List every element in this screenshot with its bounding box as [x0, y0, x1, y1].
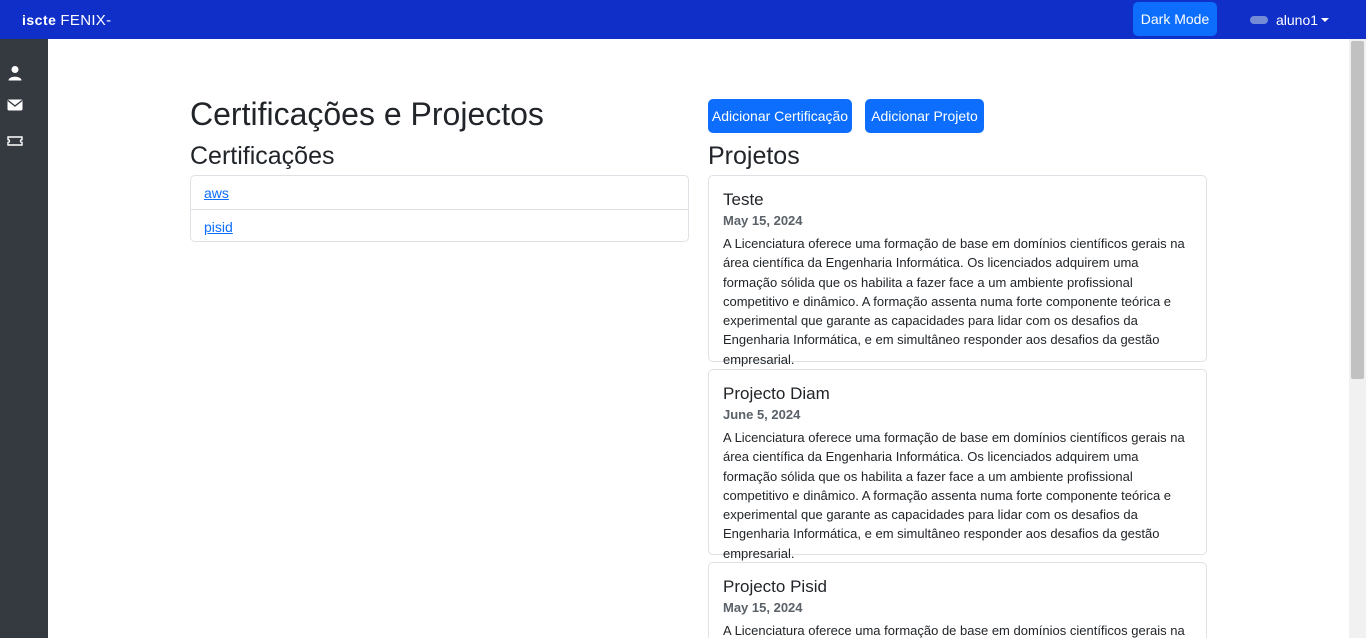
- project-title: Projecto Diam: [723, 384, 830, 403]
- caret-down-icon: [1321, 18, 1330, 23]
- user-menu[interactable]: aluno1: [1276, 10, 1330, 30]
- add-project-button[interactable]: Adicionar Projeto: [865, 99, 984, 133]
- project-card: Projecto Diam June 5, 2024 A Licenciatur…: [708, 369, 1207, 561]
- project-card: Projecto Pisid May 15, 2024 A Licenciatu…: [708, 562, 1207, 638]
- project-title: Teste: [723, 190, 764, 209]
- scrollbar-thumb[interactable]: [1351, 41, 1364, 379]
- user-name: aluno1: [1276, 12, 1319, 28]
- certification-link[interactable]: aws: [204, 185, 229, 201]
- brand-logo-text: iscte: [22, 12, 57, 28]
- dark-mode-button[interactable]: Dark Mode: [1133, 2, 1217, 36]
- project-description: A Licenciatura oferece uma formação de b…: [723, 430, 1185, 561]
- project-date: May 15, 2024: [723, 600, 803, 615]
- envelope-icon[interactable]: [7, 97, 23, 113]
- project-description: A Licenciatura oferece uma formação de b…: [723, 236, 1185, 367]
- brand-name: FENIX-: [60, 12, 112, 29]
- list-item: aws: [191, 176, 688, 209]
- user-icon[interactable]: [7, 65, 23, 81]
- sidebar: [0, 39, 48, 638]
- project-card: Teste May 15, 2024 A Licenciatura oferec…: [708, 175, 1207, 367]
- certifications-heading: Certificações: [190, 142, 335, 170]
- page-title: Certificações e Projectos: [190, 96, 544, 132]
- scrollbar[interactable]: [1349, 39, 1366, 638]
- certification-link[interactable]: pisid: [204, 219, 233, 235]
- project-date: May 15, 2024: [723, 213, 803, 228]
- user-avatar: [1250, 16, 1268, 24]
- projects-heading: Projetos: [708, 142, 800, 170]
- project-description: A Licenciatura oferece uma formação de b…: [723, 623, 1185, 638]
- list-item: pisid: [191, 209, 688, 242]
- project-title: Projecto Pisid: [723, 577, 827, 596]
- top-navbar: iscte FENIX- Dark Mode aluno1: [0, 0, 1366, 39]
- project-date: June 5, 2024: [723, 407, 801, 422]
- brand-logo[interactable]: iscte FENIX-: [22, 10, 111, 31]
- certifications-list: aws pisid: [190, 175, 689, 242]
- add-certification-button[interactable]: Adicionar Certificação: [708, 99, 852, 133]
- ticket-icon[interactable]: [7, 133, 23, 149]
